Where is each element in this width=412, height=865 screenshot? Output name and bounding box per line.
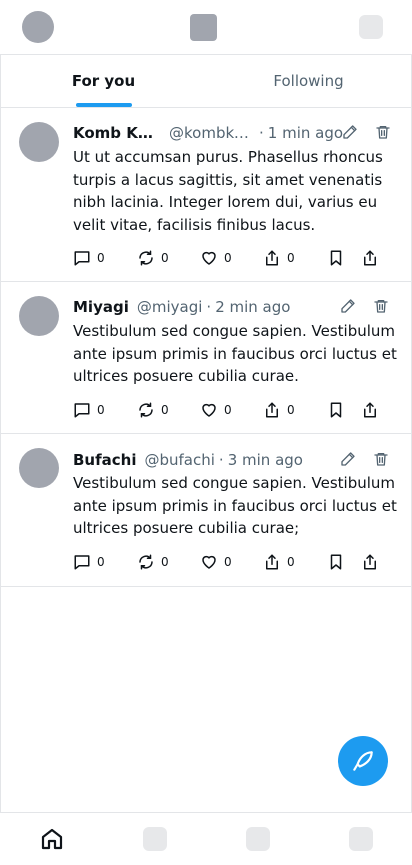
like-button[interactable]: 0 xyxy=(200,552,232,572)
post-meta: · 1 min ago xyxy=(259,122,349,144)
share-button[interactable] xyxy=(361,552,379,572)
post-header: Miyagi @miyagi · 2 min ago xyxy=(73,296,343,318)
post-text: Ut ut accumsan purus. Phasellus rhoncus … xyxy=(73,148,383,234)
post-text: Vestibulum sed congue sapien. Vestibulum… xyxy=(73,474,397,537)
share-button[interactable] xyxy=(361,400,379,420)
share-button[interactable] xyxy=(361,248,379,268)
bookmark-button[interactable] xyxy=(327,248,345,268)
share-count: 0 xyxy=(287,555,295,569)
reply-count: 0 xyxy=(97,403,105,417)
post-timestamp: 1 min ago xyxy=(267,124,344,142)
post-author-name[interactable]: Bufachi xyxy=(73,451,136,469)
reply-count: 0 xyxy=(97,555,105,569)
notifications-icon[interactable] xyxy=(246,827,270,851)
post-separator: · xyxy=(259,124,264,142)
heart-icon xyxy=(202,403,216,417)
post-author-handle[interactable]: @kombka... xyxy=(169,124,255,142)
bookmark-icon xyxy=(330,250,342,266)
post-actions: 0 0 0 0 xyxy=(73,400,393,420)
edit-icon[interactable] xyxy=(340,451,356,467)
share-count-button[interactable]: 0 xyxy=(263,400,295,420)
timeline-tabs: For you Following xyxy=(1,55,411,108)
user-avatar[interactable] xyxy=(22,11,54,43)
reply-icon xyxy=(74,251,90,266)
like-button[interactable]: 0 xyxy=(200,248,232,268)
upload-icon xyxy=(364,402,376,418)
reply-button[interactable]: 0 xyxy=(73,552,105,572)
edit-icon[interactable] xyxy=(340,298,356,314)
repost-button[interactable]: 0 xyxy=(137,248,169,268)
post-author-handle[interactable]: @bufachi xyxy=(144,451,214,469)
share-icon xyxy=(266,554,278,570)
edit-icon[interactable] xyxy=(342,124,358,140)
top-bar xyxy=(0,0,412,54)
delete-icon[interactable] xyxy=(373,451,389,467)
post-header: Komb Kar... @kombka... xyxy=(73,122,255,144)
upload-icon xyxy=(364,250,376,266)
share-count: 0 xyxy=(287,251,295,265)
post-item[interactable]: Bufachi @bufachi · 3 min ago Vestibulum … xyxy=(1,434,411,587)
bookmark-icon xyxy=(330,554,342,570)
post-author-name[interactable]: Komb Kar... xyxy=(73,124,161,142)
reply-button[interactable]: 0 xyxy=(73,400,105,420)
repost-icon xyxy=(139,402,153,418)
bookmark-button[interactable] xyxy=(327,552,345,572)
post-item[interactable]: Komb Kar... @kombka... · 1 min ago Ut ut… xyxy=(1,108,411,282)
repost-count: 0 xyxy=(161,251,169,265)
post-header: Bufachi @bufachi · 3 min ago xyxy=(73,449,343,471)
repost-button[interactable]: 0 xyxy=(137,552,169,572)
tab-for-you[interactable]: For you xyxy=(1,55,206,107)
reply-icon xyxy=(74,403,90,418)
home-icon[interactable] xyxy=(40,827,64,851)
app-logo-icon[interactable] xyxy=(190,14,217,41)
post-avatar[interactable] xyxy=(19,296,59,336)
bookmark-icon xyxy=(330,402,342,418)
repost-count: 0 xyxy=(161,403,169,417)
post-actions: 0 0 0 0 xyxy=(73,552,393,572)
post-author-handle[interactable]: @miyagi xyxy=(137,298,203,316)
post-separator: · xyxy=(206,298,212,316)
compose-feather-icon xyxy=(353,751,373,771)
share-icon xyxy=(266,402,278,418)
tab-following[interactable]: Following xyxy=(206,55,411,107)
like-count: 0 xyxy=(224,555,232,569)
share-icon xyxy=(266,250,278,266)
post-timestamp: 3 min ago xyxy=(227,451,303,469)
upload-icon xyxy=(364,554,376,570)
delete-icon[interactable] xyxy=(375,124,391,140)
reply-count: 0 xyxy=(97,251,105,265)
heart-icon xyxy=(202,555,216,569)
bottom-nav xyxy=(0,813,412,865)
reply-icon xyxy=(74,555,90,570)
compose-button[interactable] xyxy=(338,736,388,786)
search-icon[interactable] xyxy=(143,827,167,851)
repost-count: 0 xyxy=(161,555,169,569)
share-count-button[interactable]: 0 xyxy=(263,552,295,572)
post-actions: 0 0 0 0 xyxy=(73,248,393,268)
messages-icon[interactable] xyxy=(349,827,373,851)
like-count: 0 xyxy=(224,403,232,417)
repost-button[interactable]: 0 xyxy=(137,400,169,420)
share-count: 0 xyxy=(287,403,295,417)
active-tab-indicator xyxy=(76,103,132,107)
post-author-name[interactable]: Miyagi xyxy=(73,298,129,316)
post-item[interactable]: Miyagi @miyagi · 2 min ago Vestibulum se… xyxy=(1,282,411,434)
settings-icon[interactable] xyxy=(359,15,383,39)
share-count-button[interactable]: 0 xyxy=(263,248,295,268)
repost-icon xyxy=(139,554,153,570)
post-avatar[interactable] xyxy=(19,122,59,162)
post-separator: · xyxy=(218,451,224,469)
post-avatar[interactable] xyxy=(19,448,59,488)
post-text: Vestibulum sed congue sapien. Vestibulum… xyxy=(73,322,397,385)
repost-icon xyxy=(139,250,153,266)
like-count: 0 xyxy=(224,251,232,265)
post-timestamp: 2 min ago xyxy=(215,298,291,316)
heart-icon xyxy=(202,251,216,265)
bookmark-button[interactable] xyxy=(327,400,345,420)
reply-button[interactable]: 0 xyxy=(73,248,105,268)
delete-icon[interactable] xyxy=(373,298,389,314)
like-button[interactable]: 0 xyxy=(200,400,232,420)
